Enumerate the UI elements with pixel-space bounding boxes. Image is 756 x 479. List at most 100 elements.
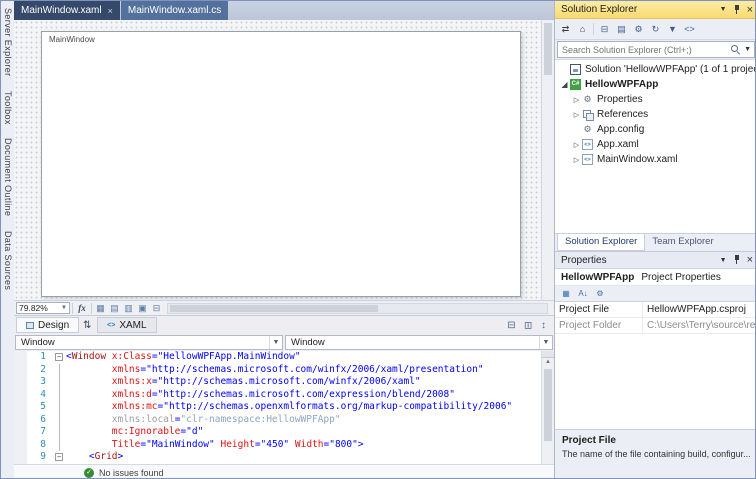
search-icon[interactable] (731, 45, 741, 55)
doc-tab-mainwindow-xaml-cs[interactable]: MainWindow.xaml.cs (121, 1, 228, 20)
wpf-design-surface[interactable]: MainWindow 79.82% ▼ fx ▦▤▥▣⊟ (14, 20, 554, 316)
properties-titlebar[interactable]: Properties ▼ × (555, 251, 756, 269)
search-input[interactable] (558, 45, 731, 55)
close-icon[interactable]: × (747, 5, 753, 15)
snap-to-grid-icon[interactable]: ▤ (108, 302, 121, 315)
expander-expanded-icon[interactable]: ◢ (559, 80, 570, 89)
property-pages-icon[interactable]: ⚙ (593, 287, 607, 300)
expander-collapsed-icon[interactable]: ▷ (571, 141, 582, 149)
rail-tab-server-explorer[interactable]: Server Explorer (3, 1, 13, 84)
code-line[interactable]: 3 xmlns:x="http://schemas.microsoft.com/… (14, 376, 554, 389)
scrollbar-thumb[interactable] (544, 369, 552, 441)
code-line[interactable]: 2 xmlns="http://schemas.microsoft.com/wi… (14, 364, 554, 377)
editor-vertical-scrollbar[interactable]: ▲ (541, 351, 554, 464)
disable-project-code-icon[interactable]: ⊟ (150, 302, 163, 315)
split-horizontal-icon[interactable]: ⊟ (505, 319, 518, 332)
fold-margin[interactable]: − (53, 351, 66, 364)
code-line[interactable]: 7 mc:Ignorable="d" (14, 426, 554, 439)
tree-item-solution-hellowwpfapp-1-of-1-project[interactable]: Solution 'HellowWPFApp' (1 of 1 project) (555, 62, 756, 77)
property-row-project-file[interactable]: Project FileHellowWPFApp.csproj (555, 302, 756, 318)
code-line[interactable]: 9− <Grid> (14, 451, 554, 464)
window-position-icon[interactable]: ▼ (720, 257, 727, 264)
left-element-combo[interactable]: Window ▼ (15, 335, 283, 350)
collapse-region-icon[interactable]: − (55, 453, 63, 461)
titlebar-actions: ▼ × (720, 5, 753, 15)
fold-guide-line (59, 389, 60, 402)
fold-guide-line (59, 364, 60, 377)
code-line[interactable]: 1−<Window x:Class="HellowWPFApp.MainWind… (14, 351, 554, 364)
designer-horizontal-scrollbar[interactable] (167, 303, 548, 314)
chevron-down-icon: ▼ (269, 336, 282, 349)
scrollbar-thumb[interactable] (170, 305, 378, 312)
window-position-icon[interactable]: ▼ (720, 6, 727, 13)
view-code-icon[interactable]: <> (682, 22, 697, 37)
collapse-all-icon[interactable]: ⊟ (597, 22, 612, 37)
rail-tab-data-sources[interactable]: Data Sources (3, 224, 13, 297)
code-line[interactable]: 5 xmlns:mc="http://schemas.openxmlformat… (14, 401, 554, 414)
tree-item-mainwindow-xaml[interactable]: ▷<>MainWindow.xaml (555, 152, 756, 167)
fold-margin[interactable]: − (53, 451, 66, 464)
code-line[interactable]: 6 xmlns:local="clr-namespace:HellowWPFAp… (14, 414, 554, 427)
code-line[interactable]: 8 Title="MainWindow" Height="450" Width=… (14, 439, 554, 452)
snap-to-snaplines-icon[interactable]: ▥ (122, 302, 135, 315)
pending-filter-icon[interactable]: ▼ (665, 22, 680, 37)
swap-panes-button[interactable]: ⇅ (79, 320, 95, 331)
selected-object-row[interactable]: HellowWPFApp Project Properties (555, 269, 756, 286)
fold-margin (53, 414, 66, 427)
home-icon[interactable]: ⌂ (575, 22, 590, 37)
show-snap-grid-icon[interactable]: ▦ (94, 302, 107, 315)
show-all-files-icon[interactable]: ▤ (614, 22, 629, 37)
scrollbar-thumb[interactable] (544, 23, 552, 75)
close-icon[interactable]: × (747, 255, 753, 265)
editor-health-bar[interactable]: ✓ No issues found (14, 464, 554, 479)
designer-vertical-scrollbar[interactable] (541, 20, 554, 300)
tree-item-hellowwpfapp[interactable]: ◢C#HellowWPFApp (555, 77, 756, 92)
property-value[interactable]: HellowWPFApp.csproj (643, 302, 756, 317)
close-tab-icon[interactable]: × (108, 6, 113, 16)
show-annotations-icon[interactable]: ▣ (136, 302, 149, 315)
effects-toggle-button[interactable]: fx (75, 302, 89, 315)
tree-item-references[interactable]: ▷References (555, 107, 756, 122)
categorized-icon[interactable]: ▦ (559, 287, 573, 300)
pin-icon[interactable] (733, 5, 741, 15)
sync-with-active-document-icon[interactable]: ⇄ (558, 22, 573, 37)
expand-pane-icon[interactable]: ↕ (537, 319, 550, 332)
alphabetical-icon[interactable]: A↓ (576, 287, 590, 300)
tab-solution-explorer[interactable]: Solution Explorer (557, 234, 645, 251)
expander-collapsed-icon[interactable]: ▷ (571, 156, 582, 164)
xaml-editor[interactable]: 1−<Window x:Class="HellowWPFApp.MainWind… (14, 351, 554, 464)
editor-split-grip[interactable] (542, 351, 554, 358)
scroll-up-icon[interactable]: ▲ (542, 358, 554, 367)
right-element-combo[interactable]: Window ▼ (285, 335, 553, 350)
expander-collapsed-icon[interactable]: ▷ (571, 111, 582, 119)
refresh-icon[interactable]: ↻ (648, 22, 663, 37)
collapse-region-icon[interactable]: − (55, 353, 63, 361)
property-row-project-folder[interactable]: Project FolderC:\Users\Terry\source\rep (555, 318, 756, 334)
rail-tab-toolbox[interactable]: Toolbox (3, 84, 13, 132)
chevron-down-icon[interactable]: ▼ (744, 46, 751, 53)
pin-icon[interactable] (733, 255, 741, 265)
tree-item-properties[interactable]: ▷⚙Properties (555, 92, 756, 107)
split-vertical-icon[interactable]: ⊟ (521, 319, 534, 332)
design-view-tab[interactable]: Design (16, 317, 79, 333)
rail-tab-document-outline[interactable]: Document Outline (3, 131, 13, 223)
solution-explorer-titlebar[interactable]: Solution Explorer ▼ × (555, 1, 756, 19)
code-line[interactable]: 4 xmlns:d="http://schemas.microsoft.com/… (14, 389, 554, 402)
tab-team-explorer[interactable]: Team Explorer (645, 234, 720, 250)
property-value[interactable]: C:\Users\Terry\source\rep (643, 318, 756, 333)
tree-item-app-xaml[interactable]: ▷<>App.xaml (555, 137, 756, 152)
doc-tab-mainwindow-xaml[interactable]: MainWindow.xaml× (14, 1, 120, 20)
xaml-view-tab[interactable]: <> XAML (97, 317, 156, 333)
properties-icon[interactable]: ⚙ (631, 22, 646, 37)
design-artboard[interactable]: MainWindow (41, 31, 521, 297)
tree-item-app-config[interactable]: ⚙App.config (555, 122, 756, 137)
designer-toggle-icons: ▦▤▥▣⊟ (94, 302, 163, 315)
fold-margin (53, 364, 66, 377)
zoom-combo[interactable]: 79.82% ▼ (16, 302, 70, 314)
code-token: "800" (329, 439, 358, 450)
expander-collapsed-icon[interactable]: ▷ (571, 96, 582, 104)
editor-indicator-margin[interactable] (14, 351, 27, 464)
code-text: xmlns:d="http://schemas.microsoft.com/ex… (66, 389, 455, 402)
right-tool-panel: Solution Explorer ▼ × ⇄⌂⊟▤⚙↻▼<> ▼ Soluti… (554, 1, 756, 479)
search-box[interactable]: ▼ (557, 41, 755, 58)
